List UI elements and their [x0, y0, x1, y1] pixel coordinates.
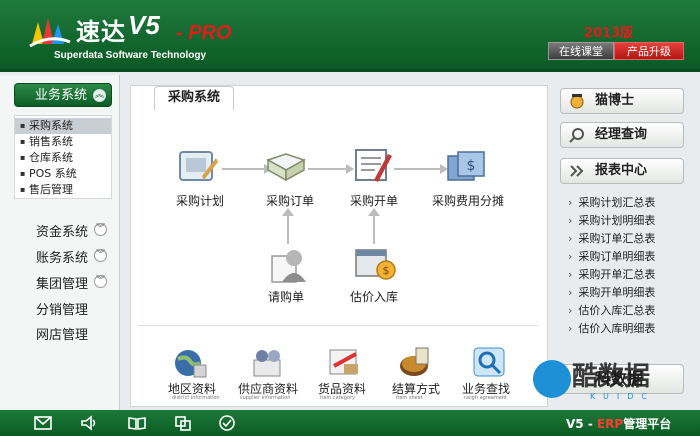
- report-link[interactable]: 采购订单明细表: [568, 248, 655, 264]
- estimate-stock-in-icon[interactable]: $: [352, 246, 396, 284]
- svg-text:$: $: [383, 264, 390, 277]
- logo-text: 速达: [76, 18, 126, 46]
- nav-business-system[interactable]: 业务系统 ︽: [14, 83, 112, 107]
- business-subpanel: 采购系统 销售系统 仓库系统 POS 系统 售后管理: [14, 115, 112, 199]
- report-link[interactable]: 采购计划汇总表: [568, 194, 655, 210]
- nav-business-label: 业务系统: [35, 88, 88, 103]
- logo-pro: - PRO: [176, 22, 232, 44]
- main-divider: [138, 325, 538, 326]
- dr-cat-label: 猫博士: [595, 93, 635, 108]
- flow-arrow-up: [368, 208, 380, 244]
- purchase-invoice-icon[interactable]: [350, 146, 394, 184]
- sub-item-warehouse[interactable]: 仓库系统: [15, 150, 111, 166]
- bottom-sub-region: district information: [172, 395, 220, 401]
- double-chevron-right-icon: [570, 165, 584, 177]
- tab-purchase[interactable]: 采购系统: [154, 86, 234, 110]
- speaker-icon[interactable]: [80, 415, 98, 431]
- purchase-request-icon[interactable]: [266, 246, 310, 284]
- left-nav: 业务系统 ︽ 采购系统 销售系统 仓库系统 POS 系统 售后管理 资金系统 ︾…: [0, 75, 120, 410]
- dr-cat-button[interactable]: 猫博士: [560, 88, 684, 114]
- report-link[interactable]: 采购开单明细表: [568, 284, 655, 300]
- watermark-text: 酷数据: [572, 362, 651, 392]
- footer-platform: 管理平台: [623, 417, 672, 431]
- flow-arrow-row: [222, 164, 448, 174]
- logo-icon: [29, 18, 71, 48]
- chevron-up-icon: ︽: [93, 89, 106, 102]
- cat-doctor-icon: [570, 94, 584, 109]
- nav-eshop[interactable]: 网店管理: [36, 324, 88, 343]
- flow-arrow-up: [282, 208, 294, 244]
- logo-v5: V5: [128, 10, 160, 40]
- watermark-logo-icon: [533, 360, 571, 398]
- manager-query-label: 经理查询: [595, 127, 648, 142]
- svg-text:$: $: [467, 158, 476, 174]
- flow-label-order[interactable]: 采购订单: [266, 192, 314, 209]
- logo-subtitle: Superdata Software Technology: [54, 50, 207, 61]
- chevron-down-icon[interactable]: ︾: [94, 249, 107, 262]
- goods-icon[interactable]: [326, 346, 362, 378]
- sub-item-purchase[interactable]: 采购系统: [15, 118, 111, 134]
- flow-label-plan[interactable]: 采购计划: [176, 192, 224, 209]
- report-center-label: 报表中心: [595, 163, 648, 178]
- bottom-sub-supplier: supplier information: [240, 395, 291, 401]
- online-class-button[interactable]: 在线课堂: [548, 42, 614, 60]
- manager-query-button[interactable]: 经理查询: [560, 122, 684, 148]
- flow-label-estimate[interactable]: 估价入库: [350, 288, 398, 305]
- bottom-sub-settlement: item sheet: [396, 395, 423, 401]
- report-link[interactable]: 估价入库明细表: [568, 320, 655, 336]
- report-link[interactable]: 估价入库汇总表: [568, 302, 655, 318]
- report-link[interactable]: 采购计划明细表: [568, 212, 655, 228]
- version-year: 2013版: [584, 26, 634, 41]
- report-link[interactable]: 采购开单汇总表: [568, 266, 655, 282]
- mail-icon[interactable]: [34, 415, 52, 431]
- report-center-button[interactable]: 报表中心: [560, 158, 684, 184]
- nav-group[interactable]: 集团管理: [36, 273, 88, 292]
- sub-item-pos[interactable]: POS 系统: [15, 166, 111, 182]
- supplier-icon[interactable]: [250, 346, 286, 378]
- sub-item-aftersales[interactable]: 售后管理: [15, 182, 111, 198]
- check-circle-icon[interactable]: [218, 415, 236, 431]
- footer-brand: V5 - ERP管理平台: [566, 415, 671, 432]
- flow-label-request[interactable]: 请购单: [268, 288, 304, 305]
- chevron-down-icon[interactable]: ︾: [94, 223, 107, 236]
- flow-label-cost[interactable]: 采购费用分摊: [432, 192, 504, 209]
- flow-label-invoice[interactable]: 采购开单: [350, 192, 398, 209]
- purchase-plan-icon[interactable]: [176, 148, 220, 186]
- sub-item-sales[interactable]: 销售系统: [15, 134, 111, 150]
- watermark-sub: KUIDC: [590, 392, 655, 401]
- app-header: 速达 V5 - PRO Superdata Software Technolog…: [0, 0, 700, 72]
- settlement-icon[interactable]: [398, 346, 434, 378]
- nav-funds[interactable]: 资金系统: [36, 221, 88, 240]
- purchase-order-icon[interactable]: [264, 146, 308, 184]
- nav-distribution[interactable]: 分销管理: [36, 299, 88, 318]
- footer-erp: ERP: [596, 417, 624, 431]
- globe-icon[interactable]: [172, 347, 208, 379]
- cost-allocation-icon[interactable]: $: [444, 148, 488, 186]
- magnifier-icon: [569, 128, 584, 143]
- nav-accounts[interactable]: 账务系统: [36, 247, 88, 266]
- footer-bar: V5 - ERP管理平台: [0, 410, 700, 436]
- upgrade-button[interactable]: 产品升级: [614, 42, 684, 60]
- chevron-down-icon[interactable]: ︾: [94, 275, 107, 288]
- search-icon[interactable]: [472, 346, 508, 378]
- footer-v5: V5 -: [566, 417, 593, 431]
- windows-icon[interactable]: [174, 415, 192, 431]
- bottom-sub-lookup: neigh agreement: [464, 395, 507, 401]
- book-icon[interactable]: [128, 415, 146, 431]
- bottom-sub-goods: item category: [320, 395, 355, 401]
- report-link[interactable]: 采购订单汇总表: [568, 230, 655, 246]
